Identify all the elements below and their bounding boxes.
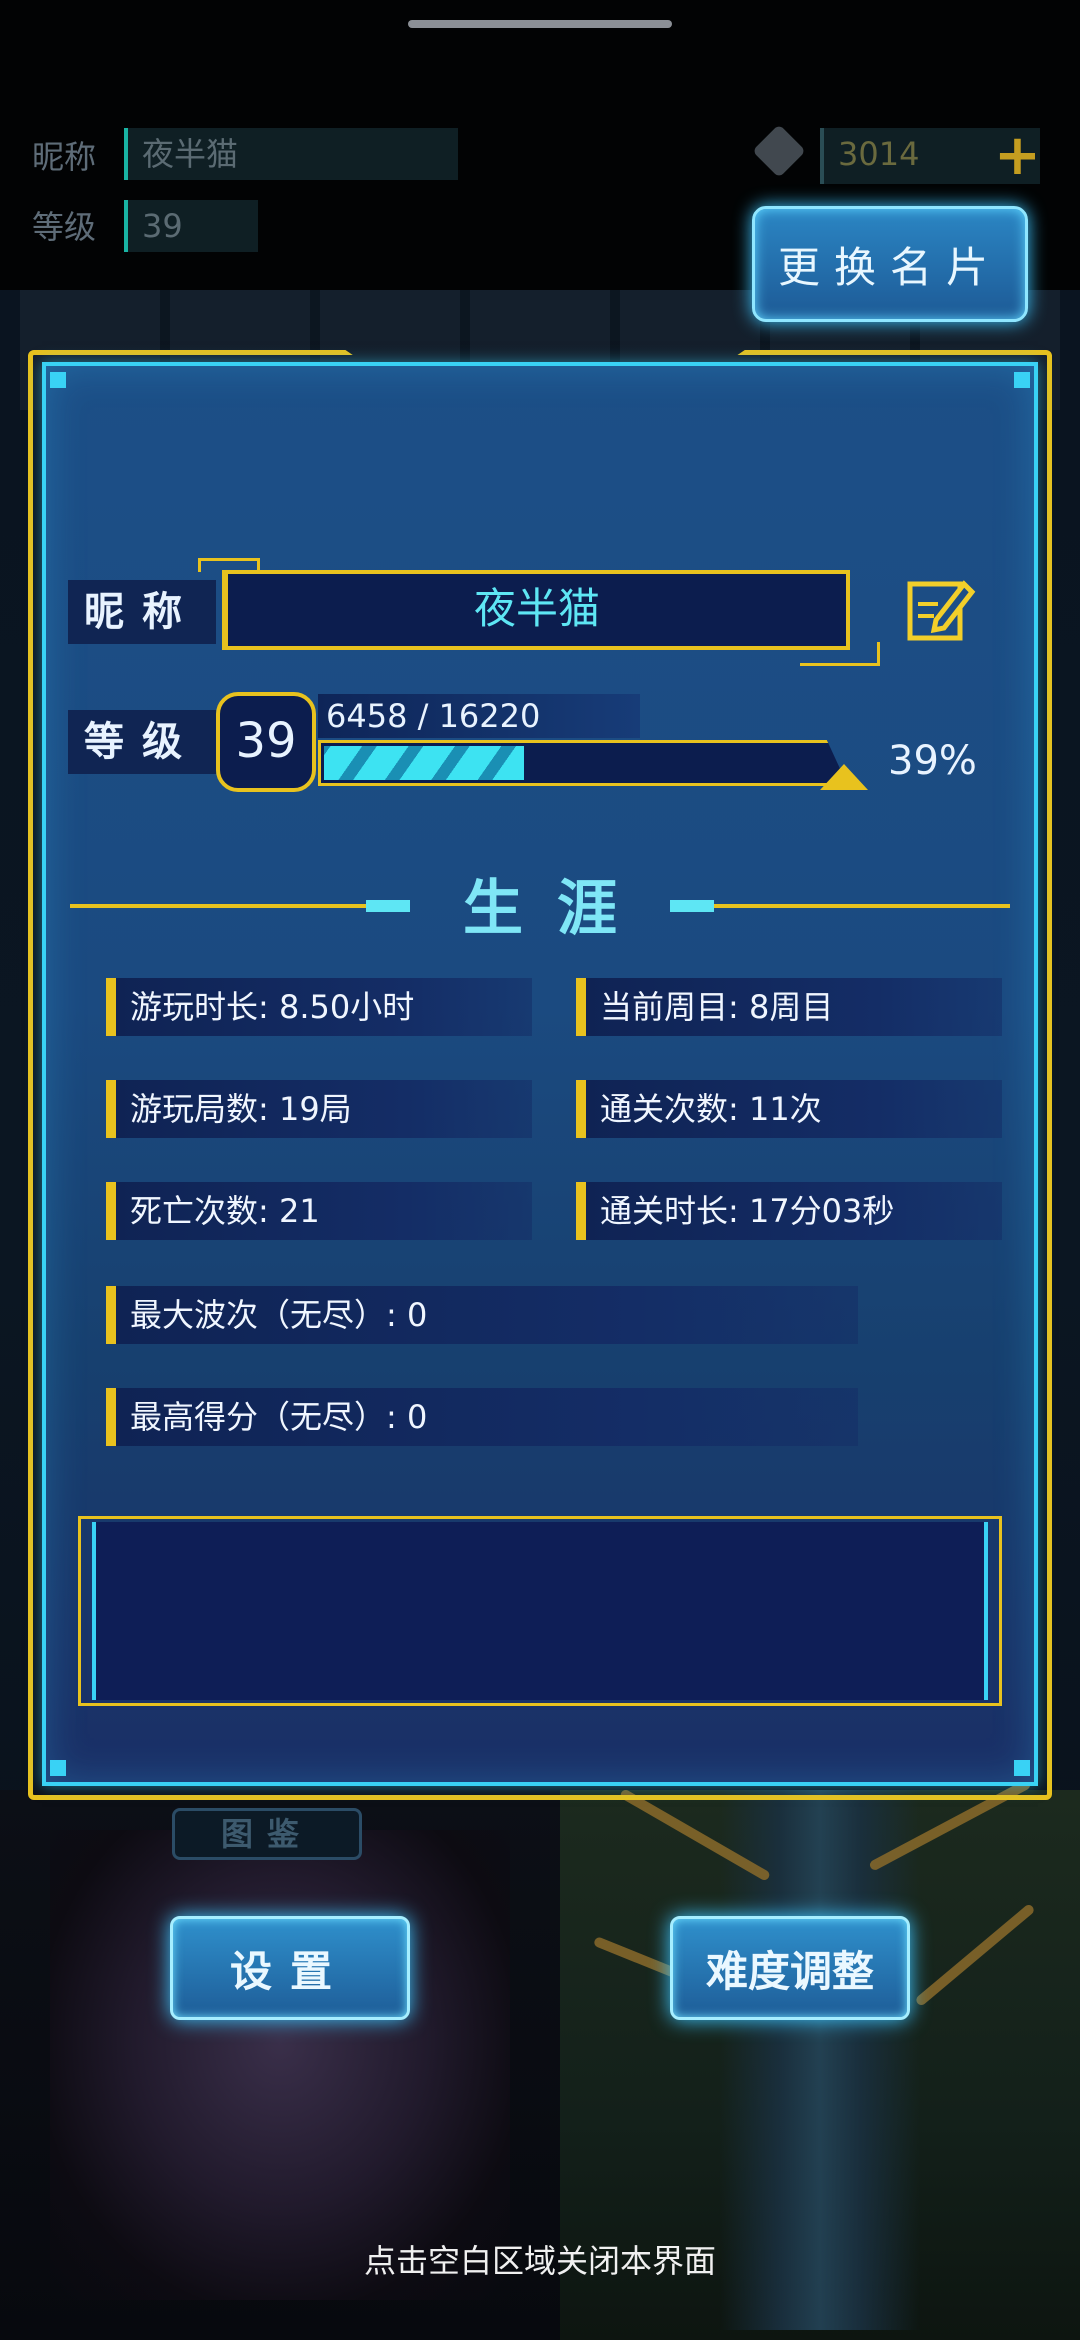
stat-play-time: 游玩时长: 8.50小时 [106,978,532,1036]
statue-sprite [50,1830,510,2300]
edit-icon[interactable] [906,574,976,644]
panel-corner [50,372,66,388]
top-nickname-value: 夜半猫 [124,128,458,180]
stat-clears: 通关次数: 11次 [576,1080,1002,1138]
stat-games-played: 游玩局数: 19局 [106,1080,532,1138]
close-hint: 点击空白区域关闭本界面 [363,2242,716,2280]
top-level-value: 39 [124,200,258,252]
level-label: 等级 [68,710,216,774]
panel-corner [50,1760,66,1776]
home-indicator [408,20,672,28]
stat-current-cycle: 当前周目: 8周目 [576,978,1002,1036]
difficulty-button[interactable]: 难度调整 [670,1916,910,2020]
stat-clear-time: 通关时长: 17分03秒 [576,1182,1002,1240]
nickname-field[interactable]: 夜半猫 [222,570,850,650]
xp-text: 6458 / 16220 [326,697,541,735]
stat-deaths: 死亡次数: 21 [106,1182,532,1240]
nickname-decoration [800,642,880,666]
xp-triangle-marker [820,764,868,790]
xp-percent: 39% [888,738,977,784]
codex-label: 图鉴 [172,1808,362,1860]
level-badge: 39 [216,692,316,792]
panel-corner [1014,372,1030,388]
nickname-label: 昵称 [68,580,216,644]
settings-button[interactable]: 设置 [170,1916,410,2020]
stat-max-wave: 最大波次（无尽）: 0 [106,1286,858,1344]
stat-high-score: 最高得分（无尽）: 0 [106,1388,858,1446]
change-card-button[interactable]: 更换名片 [752,206,1028,322]
description-box [92,1522,988,1700]
career-title: 生涯 [463,874,651,944]
xp-progress-fill [324,746,524,780]
top-level-label: 等级 [32,208,97,246]
panel-corner [1014,1760,1030,1776]
top-nickname-label: 昵称 [32,138,97,176]
add-coins-button[interactable]: + [994,128,1041,184]
